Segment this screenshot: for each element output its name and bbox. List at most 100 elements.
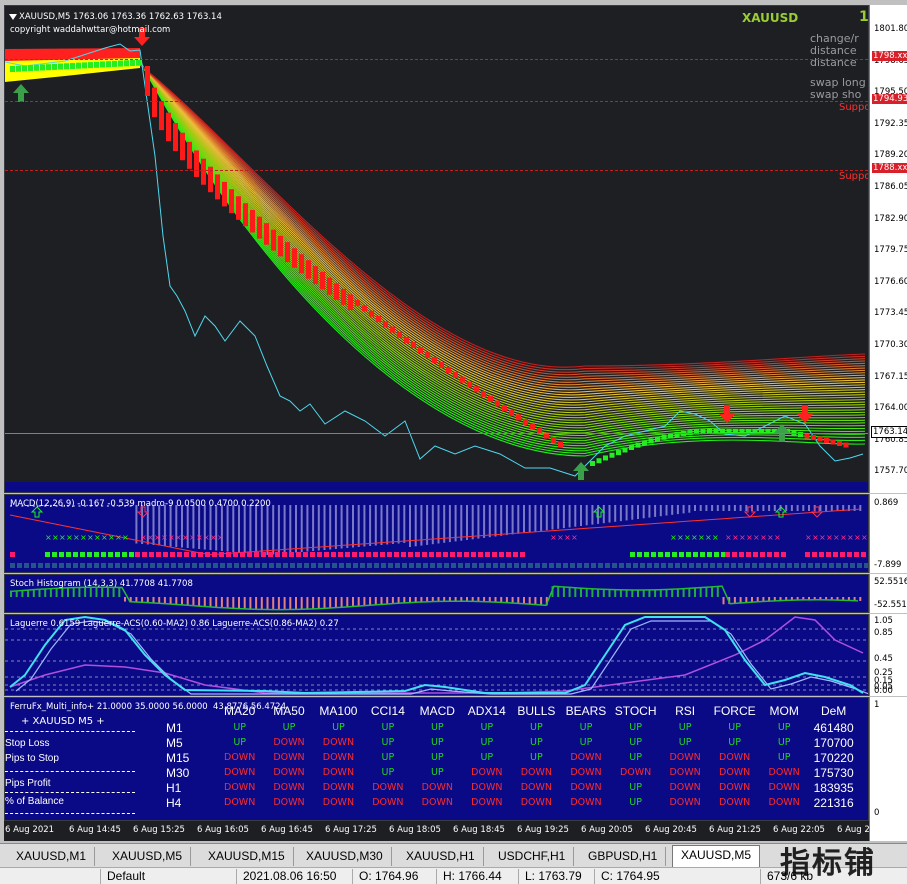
signal-cell: DOWN: [322, 752, 355, 763]
trend-bar-down: [551, 437, 556, 444]
macd-title: MACD(12,26,9) -0.167 -0.539 madro-9 0.05…: [10, 499, 271, 509]
signal-cell: DOWN: [570, 752, 602, 763]
macd-bar: [431, 505, 434, 545]
stoch-bar: [511, 597, 514, 603]
stoch-bar: [648, 589, 651, 597]
chart-tab[interactable]: XAUUSD,H1: [398, 847, 484, 866]
terminal-window: XAUUSD,M5 1763.06 1763.36 1762.63 1763.1…: [0, 0, 907, 884]
macd-bar: [676, 505, 679, 515]
chart-tab[interactable]: XAUUSD,M30: [298, 847, 392, 866]
signal-dot: [388, 563, 393, 568]
trend-bar-down: [425, 352, 430, 359]
signal-dot: [801, 563, 806, 568]
signal-dot: [637, 552, 642, 557]
signal-dot: [833, 552, 838, 557]
value-cell: 183935: [813, 780, 854, 795]
ma-line: [5, 60, 866, 429]
signal-mark: ×: [564, 533, 571, 542]
macd-pane[interactable]: × × × × × × × × × × × × × × × × × × × × × × × × × × × × × × × × × × × × × × × ×…: [4, 494, 869, 573]
signal-dot: [429, 552, 434, 557]
signal-cell: UP: [430, 722, 444, 733]
signal-dot: [10, 563, 15, 568]
macd-bar: [705, 505, 708, 511]
price-scale[interactable]: 1801.801798.651795.501792.351789.201786.…: [869, 5, 907, 493]
stoch-bar: [67, 587, 69, 597]
stoch-bar: [386, 597, 389, 605]
signal-cell: UP: [381, 752, 395, 763]
stoch-bar: [260, 597, 263, 610]
signal-cell: DOWN: [273, 767, 305, 778]
macd-bar: [694, 505, 696, 511]
signal-dot: [163, 552, 168, 557]
signal-cell: DOWN: [273, 782, 305, 793]
ma-line: [5, 61, 866, 401]
laguerre-pane[interactable]: Laguerre 0.6159 Laguerre-ACS(0.60-MA2) 0…: [4, 614, 869, 696]
stoch-bar: [27, 590, 30, 597]
signal-cell: DOWN: [421, 797, 453, 808]
trend-bar-up: [629, 445, 634, 450]
chart-tab[interactable]: USDCHF,H1: [490, 847, 575, 866]
copyright-text: copyright waddahwttar@hotmail.com: [10, 25, 171, 35]
signal-dot: [142, 552, 147, 557]
time-axis[interactable]: 6 Aug 2021 6 Aug 14:45 6 Aug 15:25 6 Aug 16…: [4, 821, 889, 841]
macd-bar: [232, 505, 235, 552]
stoch-pane[interactable]: Stoch Histogram (14,3,3) 41.7708 41.7708: [4, 574, 869, 613]
macd-bar: [483, 505, 486, 538]
chart-tab[interactable]: XAUUSD,M15: [200, 847, 294, 866]
signal-cell: DOWN: [619, 767, 652, 778]
chart-tab[interactable]: GBPUSD,H1: [580, 847, 667, 866]
signal-dot: [66, 552, 71, 557]
signal-mark: ×: [108, 533, 115, 542]
trend-bar-up: [52, 63, 57, 70]
macd-bar: [448, 505, 451, 543]
ma-line: [5, 62, 866, 381]
signal-dot: [563, 563, 568, 568]
macd-bar: [785, 505, 788, 511]
price-chart[interactable]: XAUUSD,M5 1763.06 1763.36 1762.63 1763.1…: [4, 5, 869, 493]
signal-dot: [157, 563, 162, 568]
trend-bar-down: [355, 299, 360, 306]
signal-dot: [542, 563, 547, 568]
macd-bar: [352, 505, 354, 548]
time-label: 6 Aug 22:05: [773, 825, 825, 835]
trend-bar-down: [159, 101, 164, 131]
dropdown-icon[interactable]: [9, 14, 17, 20]
time-label: 6 Aug 14:45: [69, 825, 121, 835]
stoch-bar: [44, 589, 47, 597]
signal-dot: [198, 552, 203, 557]
chart-tab[interactable]: XAUUSD,M5: [672, 845, 761, 867]
stoch-bar: [591, 588, 594, 597]
macd-bar: [859, 505, 862, 511]
laguerre-title: Laguerre 0.6159 Laguerre-ACS(0.60-MA2) 0…: [10, 619, 339, 629]
signal-dot: [520, 552, 525, 557]
signal-cell: DOWN: [224, 767, 256, 778]
signal-cell: UP: [728, 722, 741, 733]
chart-tab[interactable]: XAUUSD,M1: [8, 847, 96, 866]
macd-bar: [830, 505, 833, 511]
chart-tab[interactable]: XAUUSD,M5: [104, 847, 192, 866]
stoch-scale: 52.5516 -52.5513: [869, 574, 907, 613]
signal-dot: [570, 563, 575, 568]
macd-bar: [699, 505, 702, 511]
signal-dot: [262, 563, 267, 568]
stoch-bar: [289, 597, 292, 610]
indicator-header: MOM: [769, 704, 799, 718]
signal-cell: DOWN: [273, 737, 305, 748]
signal-dot: [311, 563, 316, 568]
macd-bar: [494, 505, 497, 537]
stoch-scale-top: 52.5516: [874, 577, 907, 587]
signal-mark: ×: [175, 533, 182, 542]
indicator-header: MA100: [319, 704, 358, 718]
signal-dot: [171, 563, 176, 568]
trend-bar-down: [453, 371, 458, 378]
signal-mark: ×: [760, 533, 767, 542]
signal-dot: [679, 552, 684, 557]
signal-dot: [325, 563, 330, 568]
trend-bar-down: [348, 294, 353, 310]
trend-bar-down: [299, 254, 304, 274]
price-tick: 1786.05: [874, 182, 907, 192]
macd-bar: [443, 505, 446, 543]
signal-mark: ×: [826, 533, 833, 542]
signal-dot: [283, 563, 288, 568]
signal-dot: [170, 552, 175, 557]
